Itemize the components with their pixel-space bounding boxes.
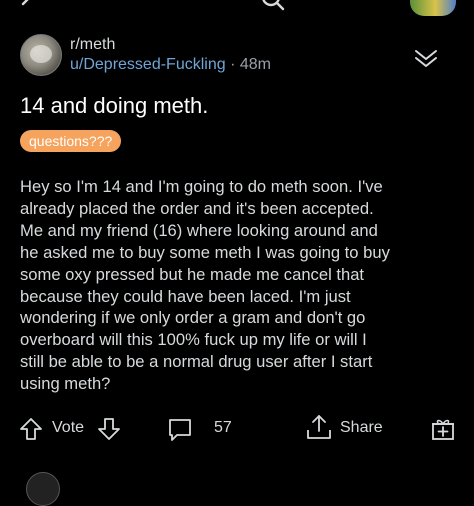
post-action-bar: Vote 57 Share	[0, 410, 474, 446]
comment-bubble-icon	[169, 419, 191, 441]
share-label[interactable]: Share	[340, 419, 383, 437]
body-line: still be able to be a normal drug user a…	[20, 352, 373, 372]
vote-label: Vote	[52, 419, 85, 436]
body-line: overboard will this 100% fuck up my life…	[20, 330, 367, 350]
post-header: r/meth u/Depressed-Fuckling · 48m	[20, 34, 460, 80]
meta-separator: ·	[230, 56, 236, 73]
chevron-down-icon[interactable]	[412, 46, 440, 72]
post-meta: u/Depressed-Fuckling · 48m	[70, 56, 271, 74]
next-post-avatar[interactable]	[26, 472, 60, 506]
body-line: because they could have been laced. I'm …	[20, 286, 351, 306]
subreddit-name[interactable]: r/meth	[70, 36, 115, 54]
body-line: Me and my friend (16) where looking arou…	[20, 220, 378, 240]
body-line: some oxy pressed but he made me cancel t…	[20, 264, 365, 284]
top-bar	[0, 0, 474, 22]
post-time: 48m	[239, 56, 271, 73]
share-button[interactable]	[304, 412, 334, 442]
profile-avatar[interactable]	[410, 0, 456, 16]
search-icon[interactable]	[260, 0, 286, 12]
body-line: he asked me to buy some meth I was going…	[20, 242, 390, 262]
upvote-button[interactable]	[18, 416, 44, 442]
back-arrow-icon[interactable]	[18, 0, 38, 14]
body-line: wondering if we only order a gram and do…	[20, 308, 366, 328]
downvote-arrow-icon	[98, 418, 120, 440]
post-title[interactable]: 14 and doing meth.	[20, 93, 208, 119]
award-icon	[432, 419, 454, 440]
body-line: already placed the order and it's been a…	[20, 198, 374, 218]
comment-count: 57	[214, 419, 232, 436]
comments-button[interactable]	[166, 416, 194, 444]
body-line: using meth?	[20, 374, 111, 394]
downvote-button[interactable]	[96, 416, 122, 442]
post-flair[interactable]: questions???	[20, 130, 122, 152]
share-icon	[307, 415, 331, 439]
author-username[interactable]: u/Depressed-Fuckling	[70, 56, 226, 73]
body-line: Hey so I'm 14 and I'm going to do meth s…	[20, 177, 383, 196]
subreddit-avatar[interactable]	[20, 34, 62, 76]
post-body: Hey so I'm 14 and I'm going to do meth s…	[20, 176, 460, 395]
award-button[interactable]	[430, 416, 456, 442]
upvote-arrow-icon	[20, 418, 42, 440]
